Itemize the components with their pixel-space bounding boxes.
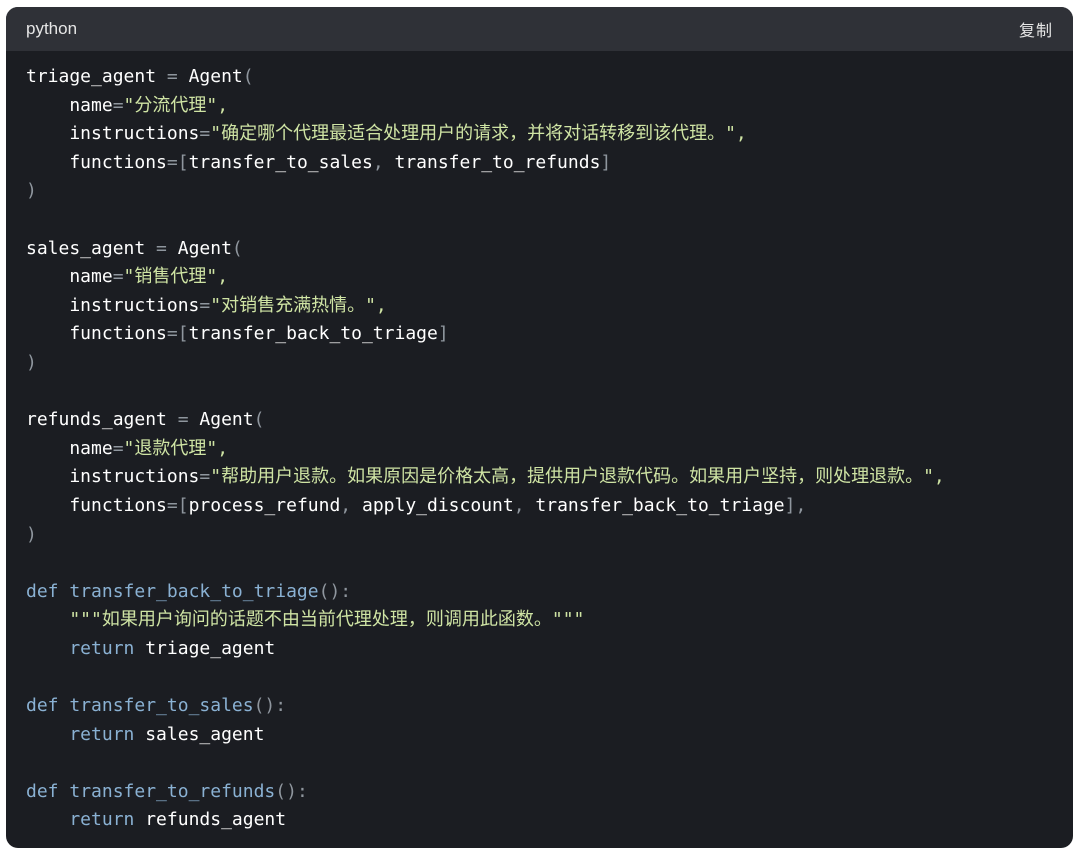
code-token-punct: ], xyxy=(784,494,807,516)
code-line: def transfer_back_to_triage(): xyxy=(26,578,1063,607)
code-token-punct: ( xyxy=(242,66,254,87)
code-line: instructions="对销售充满热情。", xyxy=(26,292,1063,321)
code-token-punct: ] xyxy=(600,151,612,173)
code-token-ident: instructions xyxy=(26,123,200,145)
code-token-ident: Agent xyxy=(177,237,232,259)
code-line: triage_agent = Agent( xyxy=(26,63,1063,92)
code-token-keyword: return xyxy=(26,809,146,831)
code-token-ident: name xyxy=(26,94,113,116)
code-token-string: "对销售充满热情。", xyxy=(210,294,387,316)
code-token-op: = xyxy=(112,266,124,288)
code-body: triage_agent = Agent( name="分流代理", instr… xyxy=(26,63,1063,835)
code-token-string: "帮助用户退款。如果原因是价格太高，提供用户退款代码。如果用户坚持，则处理退款。… xyxy=(210,466,945,488)
code-token-ident: sales_agent xyxy=(145,723,265,745)
code-token-op: = xyxy=(166,409,200,431)
code-token-ident: process_refund xyxy=(188,494,341,516)
code-token-ident: functions xyxy=(26,494,167,516)
code-token-func: transfer_to_sales xyxy=(69,695,254,717)
code-line: instructions="确定哪个代理最适合处理用户的请求，并将对话转移到该代… xyxy=(26,120,1063,149)
code-token-string: "分流代理", xyxy=(123,94,229,116)
code-line: ) xyxy=(26,349,1063,378)
code-token-keyword: return xyxy=(26,723,146,745)
code-line: def transfer_to_sales(): xyxy=(26,692,1063,721)
code-token-keyword: def xyxy=(26,780,70,802)
code-token-string: "退款代理", xyxy=(123,437,229,459)
code-token-ident: Agent xyxy=(188,66,243,87)
code-line: instructions="帮助用户退款。如果原因是价格太高，提供用户退款代码。… xyxy=(26,463,1063,492)
code-token-punct: (): xyxy=(275,780,308,802)
code-token-keyword: def xyxy=(26,695,70,717)
code-token-punct: ) xyxy=(26,351,37,373)
code-token-ident: transfer_back_to_triage xyxy=(535,494,785,516)
code-token-string: "销售代理", xyxy=(123,266,229,288)
code-token-ident: transfer_to_refunds xyxy=(394,151,601,173)
code-line: functions=[process_refund, apply_discoun… xyxy=(26,492,1063,521)
code-token-ident: transfer_to_sales xyxy=(188,151,373,173)
code-line: functions=[transfer_back_to_triage] xyxy=(26,320,1063,349)
code-token-punct: ) xyxy=(26,523,37,545)
code-token-keyword: def xyxy=(26,580,70,602)
code-token-string: "确定哪个代理最适合处理用户的请求，并将对话转移到该代理。", xyxy=(210,123,747,145)
code-token-punct: (): xyxy=(318,580,352,602)
code-token-op: = xyxy=(199,123,211,145)
copy-button[interactable]: 复制 xyxy=(1019,17,1053,41)
code-token-op: = xyxy=(112,437,124,459)
code-line: ) xyxy=(26,177,1063,206)
code-token-punct: , xyxy=(513,494,536,516)
code-token-op: = xyxy=(112,94,124,116)
language-label: python xyxy=(26,19,78,38)
code-token-ident: apply_discount xyxy=(361,494,514,516)
code-token-ident: transfer_back_to_triage xyxy=(188,323,438,345)
code-token-op: = xyxy=(145,237,178,259)
code-token-op: = xyxy=(156,66,189,87)
code-token-ident: functions xyxy=(26,323,167,345)
code-block: python 复制 triage_agent = Agent( name="分流… xyxy=(6,7,1073,848)
code-token-ident: triage_agent xyxy=(26,66,157,87)
code-token-ident: refunds_agent xyxy=(26,409,167,431)
code-line: return refunds_agent xyxy=(26,806,1063,835)
code-token-punct: ) xyxy=(26,180,37,202)
code-line: return sales_agent xyxy=(26,721,1063,750)
code-token-punct: ] xyxy=(437,323,449,345)
code-token-ident: instructions xyxy=(26,466,200,488)
code-token-ident: refunds_agent xyxy=(145,809,287,831)
code-token-op: =[ xyxy=(166,494,189,516)
code-token-punct: ( xyxy=(253,409,265,431)
code-token-ident: name xyxy=(26,266,113,288)
code-line: name="分流代理", xyxy=(26,92,1063,121)
code-line: sales_agent = Agent( xyxy=(26,235,1063,264)
code-token-func: transfer_to_refunds xyxy=(69,780,276,802)
code-block-header: python 复制 xyxy=(6,7,1073,51)
code-token-punct: ( xyxy=(231,237,243,259)
code-line: return triage_agent xyxy=(26,635,1063,664)
code-line: """如果用户询问的话题不由当前代理处理，则调用此函数。""" xyxy=(26,606,1063,635)
code-token-ident: name xyxy=(26,437,113,459)
code-token-ident: sales_agent xyxy=(26,237,146,259)
code-token-op: = xyxy=(199,294,211,316)
code-token-ident: functions xyxy=(26,151,167,173)
code-token-ident: instructions xyxy=(26,294,200,316)
code-line: ) xyxy=(26,521,1063,550)
code-token-ident: triage_agent xyxy=(145,637,276,659)
code-token-string: """如果用户询问的话题不由当前代理处理，则调用此函数。""" xyxy=(26,609,585,631)
code-token-punct: , xyxy=(340,494,362,516)
code-line: name="销售代理", xyxy=(26,263,1063,292)
code-token-op: =[ xyxy=(166,151,189,173)
code-token-op: =[ xyxy=(166,323,189,345)
code-token-op: = xyxy=(199,466,211,488)
code-token-func: transfer_back_to_triage xyxy=(69,580,319,602)
code-line: refunds_agent = Agent( xyxy=(26,406,1063,435)
code-line: name="退款代理", xyxy=(26,435,1063,464)
code-line: functions=[transfer_to_sales, transfer_t… xyxy=(26,149,1063,178)
code-token-keyword: return xyxy=(26,637,146,659)
code-line: def transfer_to_refunds(): xyxy=(26,778,1063,807)
code-token-ident: Agent xyxy=(199,409,254,431)
code-token-punct: , xyxy=(372,151,395,173)
code-token-punct: (): xyxy=(253,695,287,717)
